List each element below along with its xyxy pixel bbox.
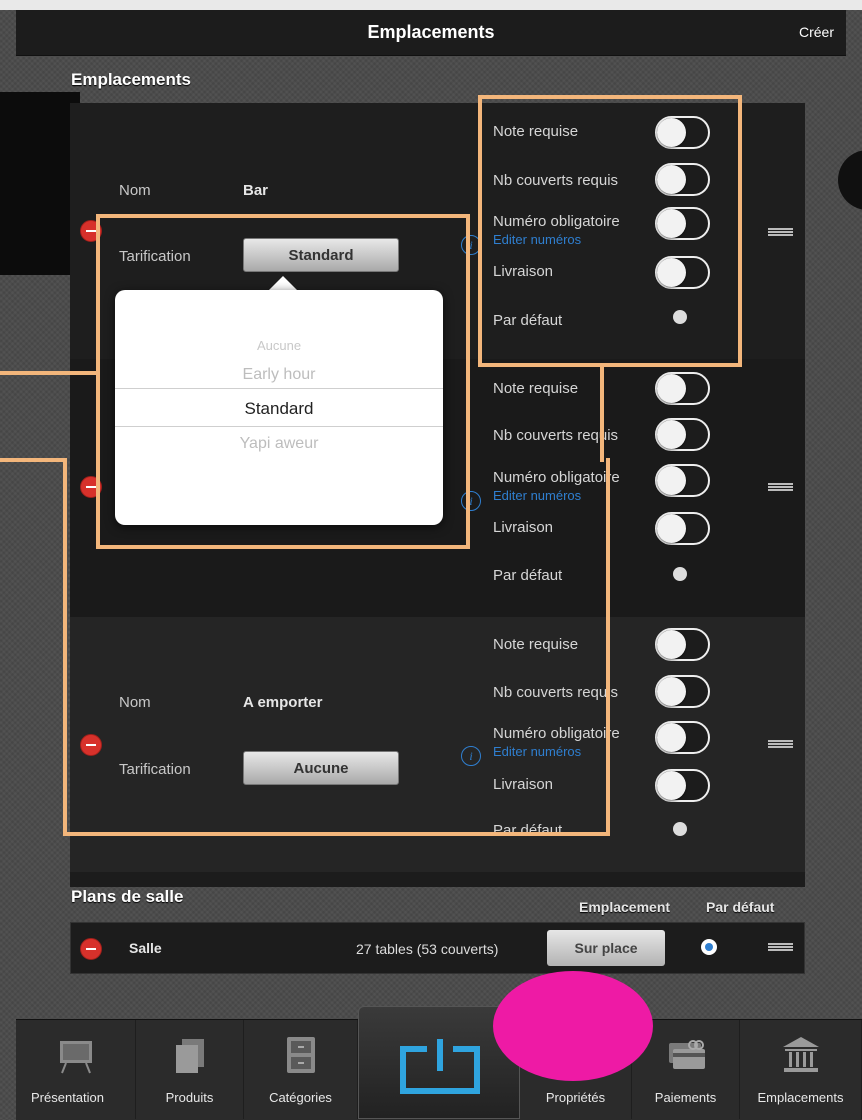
floor-plans-section-title: Plans de salle [71,887,184,906]
location-name-value: Bar [243,182,269,199]
covers-required-toggle[interactable] [655,418,710,451]
callout-box-options [478,95,742,367]
background-dark-band [0,92,80,275]
note-required-label: Note requise [493,380,579,397]
delivery-toggle[interactable] [655,512,710,545]
presentation-board-icon [56,1035,96,1080]
callout-line [0,458,67,462]
toggle-knob [657,677,686,706]
callout-box-location [63,458,610,836]
callout-line [0,371,98,375]
note-required-toggle[interactable] [655,628,710,661]
window-top-border [0,0,862,10]
navigation-bar: Emplacements Créer [16,10,846,56]
locations-section-title: Emplacements [71,70,191,89]
name-label: Nom [119,182,151,199]
floor-plan-name: Salle [129,940,162,956]
cabinet-icon [281,1035,321,1080]
tab-presentation[interactable]: Présentation [16,1020,136,1119]
background-circle [838,150,862,210]
reorder-handle-icon[interactable] [768,483,793,491]
callout-line [600,367,604,462]
delete-floor-plan-button[interactable] [80,938,102,960]
reorder-handle-icon[interactable] [768,740,793,748]
toggle-knob [657,723,686,752]
tab-label: Catégories [269,1090,332,1105]
default-column-header: Par défaut [706,899,775,915]
default-radio[interactable] [673,567,687,581]
location-column-header: Emplacement [579,899,671,915]
tab-categories[interactable]: Catégories [244,1020,358,1119]
delivery-toggle[interactable] [655,769,710,802]
toggle-knob [657,374,686,403]
page-title: Emplacements [367,22,495,42]
floor-plan-location-button[interactable]: Sur place [547,930,665,966]
building-icon [781,1035,821,1080]
default-radio[interactable] [673,822,687,836]
reorder-handle-icon[interactable] [768,228,793,236]
toggle-knob [657,420,686,449]
tab-locations[interactable]: Emplacements [740,1020,862,1119]
toggle-knob [657,630,686,659]
highlight-blob [493,971,653,1081]
tab-label: Présentation [31,1090,104,1105]
number-required-toggle[interactable] [655,721,710,754]
tab-products[interactable]: Produits [136,1020,244,1119]
payment-cards-icon [663,1035,709,1080]
locations-list-bottom [70,872,805,887]
toggle-knob [657,514,686,543]
documents-icon [170,1035,210,1080]
floor-plan-default-radio[interactable] [701,939,717,955]
reorder-handle-icon[interactable] [768,943,793,951]
power-icon [397,1037,483,1102]
tab-label: Paiements [654,1090,717,1105]
number-required-toggle[interactable] [655,464,710,497]
note-required-toggle[interactable] [655,372,710,405]
floor-plan-tables: 27 tables (53 couverts) [356,941,499,957]
tab-label: Emplacements [757,1090,844,1105]
toggle-knob [657,771,686,800]
toggle-knob [657,466,686,495]
tab-label: Produits [165,1090,214,1105]
covers-required-toggle[interactable] [655,675,710,708]
tab-label: Propriétés [545,1090,606,1105]
create-button[interactable]: Créer [799,24,834,40]
